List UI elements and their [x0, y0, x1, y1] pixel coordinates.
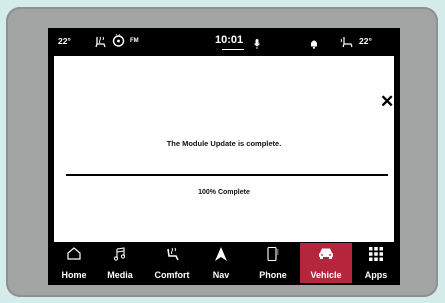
nav-tab-label: Comfort [154, 270, 190, 280]
nav-tab-nav[interactable]: Nav [202, 243, 240, 283]
microphone-icon[interactable] [254, 36, 260, 54]
heated-seat-icon[interactable] [94, 35, 108, 53]
clock-underline [222, 49, 244, 50]
update-message: The Module Update is complete. [166, 139, 282, 148]
right-temperature: 22° [359, 36, 372, 46]
nav-tab-vehicle[interactable]: Vehicle [300, 243, 352, 283]
left-temperature: 22° [58, 36, 71, 46]
nav-tab-label: Nav [212, 270, 230, 280]
nav-tab-apps[interactable]: Apps [356, 243, 396, 283]
nav-tab-comfort[interactable]: Comfort [148, 243, 196, 283]
touchscreen: 22° FM 10:01 22° ✕ The Module Update is … [48, 28, 400, 285]
nav-tab-phone[interactable]: Phone [252, 243, 294, 283]
notification-bell-icon[interactable] [310, 36, 318, 54]
nav-tab-label: Home [61, 270, 87, 280]
nav-tab-home[interactable]: Home [54, 243, 94, 283]
radio-band: FM [130, 38, 139, 44]
bottom-navigation: Home Media Comfort Nav Phone Vehicle Apps [48, 243, 400, 285]
nav-tab-label: Media [107, 270, 133, 280]
nav-tab-label: Apps [364, 270, 388, 280]
nav-tab-label: Vehicle [310, 270, 342, 280]
status-bar: 22° FM 10:01 22° [48, 28, 400, 56]
nav-tab-label: Phone [259, 270, 287, 280]
progress-fill [66, 174, 388, 176]
progress-bar [66, 174, 388, 176]
close-button[interactable]: ✕ [380, 92, 394, 112]
clock: 10:01 [215, 34, 244, 46]
progress-text: 100% Complete [198, 189, 250, 196]
passenger-seat-heat-icon[interactable] [340, 35, 354, 53]
steering-wheel-heat-icon[interactable] [112, 32, 125, 52]
nav-tab-media[interactable]: Media [100, 243, 140, 283]
update-dialog: ✕ The Module Update is complete. 100% Co… [54, 56, 394, 242]
